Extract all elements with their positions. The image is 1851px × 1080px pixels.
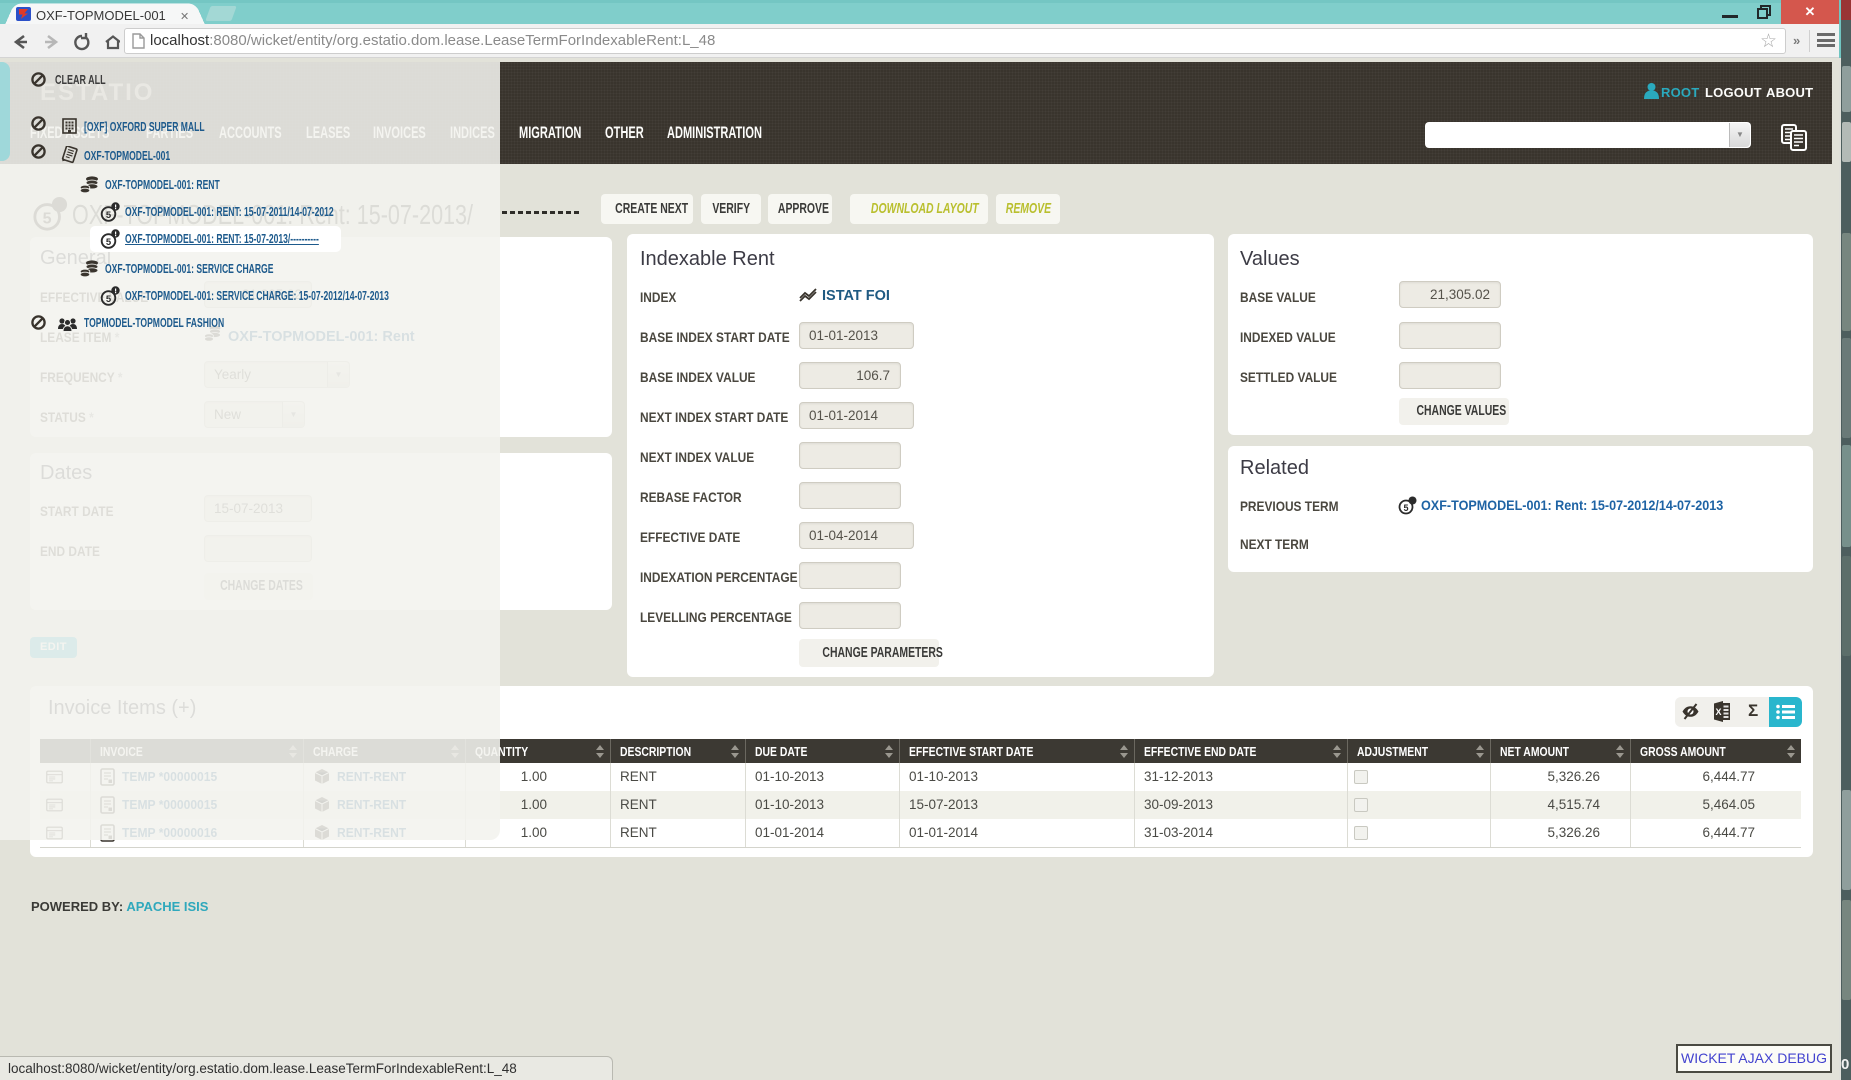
svg-text:5: 5 [1403, 503, 1408, 513]
svg-text:5: 5 [106, 210, 112, 221]
svg-text:X: X [1715, 707, 1721, 717]
svg-text:5: 5 [106, 294, 112, 305]
svg-text:5: 5 [106, 237, 112, 248]
